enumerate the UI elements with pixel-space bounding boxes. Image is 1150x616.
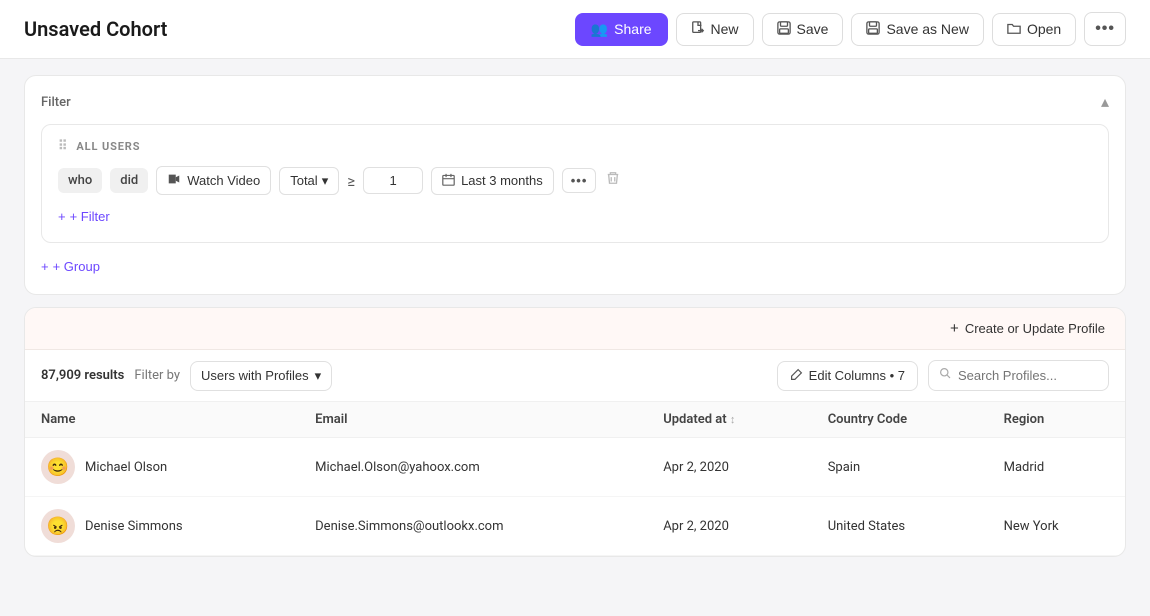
table-header-row: Name Email Updated at ↕ Country Code Reg… xyxy=(25,402,1125,438)
save-as-new-button[interactable]: Save as New xyxy=(851,13,983,46)
chevron-down-icon: ▾ xyxy=(322,173,329,189)
user-cell: 😊 Michael Olson xyxy=(41,450,283,484)
save-as-new-icon xyxy=(866,21,880,38)
sort-icon: ↕ xyxy=(730,413,736,426)
header: Unsaved Cohort 👥 Share New Save Save as … xyxy=(0,0,1150,59)
results-panel-top: + Create or Update Profile xyxy=(25,308,1125,350)
save-button[interactable]: Save xyxy=(762,13,844,46)
open-button[interactable]: Open xyxy=(992,13,1076,46)
user-country: United States xyxy=(812,497,988,556)
new-button[interactable]: New xyxy=(676,13,754,46)
filter-panel-label: Filter xyxy=(41,95,71,110)
video-icon xyxy=(167,172,181,189)
filter-more-button[interactable]: ••• xyxy=(562,168,597,193)
user-country: Spain xyxy=(812,438,988,497)
event-selector-button[interactable]: Watch Video xyxy=(156,166,271,195)
drag-handle-icon[interactable]: ⠿ xyxy=(58,139,68,154)
col-header-updated[interactable]: Updated at ↕ xyxy=(647,402,812,438)
pencil-icon xyxy=(790,368,803,384)
user-email: Michael.Olson@yahoox.com xyxy=(299,438,647,497)
collapse-filter-button[interactable]: ▴ xyxy=(1101,92,1109,112)
add-filter-button[interactable]: + + Filter xyxy=(58,205,110,228)
results-panel: + Create or Update Profile 87,909 result… xyxy=(24,307,1126,557)
user-updated: Apr 2, 2020 xyxy=(647,497,812,556)
operator-tag: ≥ xyxy=(347,172,355,190)
main-content: Filter ▴ ⠿ ALL USERS who did Watch Video xyxy=(0,59,1150,573)
page-title: Unsaved Cohort xyxy=(24,17,167,41)
col-header-region: Region xyxy=(988,402,1125,438)
user-region: New York xyxy=(988,497,1125,556)
plus-profile-icon: + xyxy=(950,320,959,337)
share-button[interactable]: 👥 Share xyxy=(575,13,668,46)
user-email: Denise.Simmons@outlookx.com xyxy=(299,497,647,556)
filter-delete-button[interactable] xyxy=(604,169,622,192)
header-actions: 👥 Share New Save Save as New Open xyxy=(575,12,1126,46)
more-icon: ••• xyxy=(1095,20,1115,38)
value-input[interactable] xyxy=(363,167,423,194)
all-users-group: ⠿ ALL USERS who did Watch Video Total ▾ … xyxy=(41,124,1109,243)
filter-by-dropdown[interactable]: Users with Profiles ▾ xyxy=(190,361,332,391)
chevron-down-filter-icon: ▾ xyxy=(315,368,322,384)
table-row[interactable]: 😊 Michael Olson Michael.Olson@yahoox.com… xyxy=(25,438,1125,497)
share-icon: 👥 xyxy=(591,21,608,38)
aggregation-selector-button[interactable]: Total ▾ xyxy=(279,167,339,195)
all-users-label: ⠿ ALL USERS xyxy=(58,139,1092,154)
results-count: 87,909 results xyxy=(41,368,124,383)
more-options-button[interactable]: ••• xyxy=(1084,12,1126,46)
calendar-icon xyxy=(442,173,455,189)
data-table: Name Email Updated at ↕ Country Code Reg… xyxy=(25,402,1125,556)
user-updated: Apr 2, 2020 xyxy=(647,438,812,497)
user-region: Madrid xyxy=(988,438,1125,497)
user-cell: 😠 Denise Simmons xyxy=(41,509,283,543)
create-profile-button[interactable]: + Create or Update Profile xyxy=(950,320,1105,337)
search-profiles-input[interactable] xyxy=(958,368,1098,383)
table-row[interactable]: 😠 Denise Simmons Denise.Simmons@outlookx… xyxy=(25,497,1125,556)
user-name: Michael Olson xyxy=(85,460,167,475)
new-doc-icon xyxy=(691,21,705,38)
chevron-up-icon: ▴ xyxy=(1101,94,1109,111)
date-range-button[interactable]: Last 3 months xyxy=(431,167,554,195)
plus-group-icon: + xyxy=(41,259,49,274)
edit-columns-button[interactable]: Edit Columns • 7 xyxy=(777,361,918,391)
table-toolbar-right: Edit Columns • 7 xyxy=(777,360,1109,391)
search-box xyxy=(928,360,1109,391)
search-icon xyxy=(939,367,952,384)
open-icon xyxy=(1007,21,1021,38)
table-body: 😊 Michael Olson Michael.Olson@yahoox.com… xyxy=(25,438,1125,556)
trash-icon xyxy=(606,172,620,189)
filter-by-label: Filter by xyxy=(134,368,180,383)
save-icon xyxy=(777,21,791,38)
filter-more-icon: ••• xyxy=(571,173,588,188)
col-header-email: Email xyxy=(299,402,647,438)
user-name: Denise Simmons xyxy=(85,519,183,534)
add-group-button[interactable]: + + Group xyxy=(41,255,100,278)
avatar: 😊 xyxy=(41,450,75,484)
col-header-country: Country Code xyxy=(812,402,988,438)
table-toolbar: 87,909 results Filter by Users with Prof… xyxy=(25,350,1125,402)
who-tag: who xyxy=(58,168,102,193)
did-tag: did xyxy=(110,168,148,193)
col-header-name: Name xyxy=(25,402,299,438)
plus-icon: + xyxy=(58,209,66,224)
filter-panel-header: Filter ▴ xyxy=(41,92,1109,112)
avatar: 😠 xyxy=(41,509,75,543)
filter-panel: Filter ▴ ⠿ ALL USERS who did Watch Video xyxy=(24,75,1126,295)
table-toolbar-left: 87,909 results Filter by Users with Prof… xyxy=(41,361,332,391)
filter-row: who did Watch Video Total ▾ ≥ xyxy=(58,166,1092,195)
